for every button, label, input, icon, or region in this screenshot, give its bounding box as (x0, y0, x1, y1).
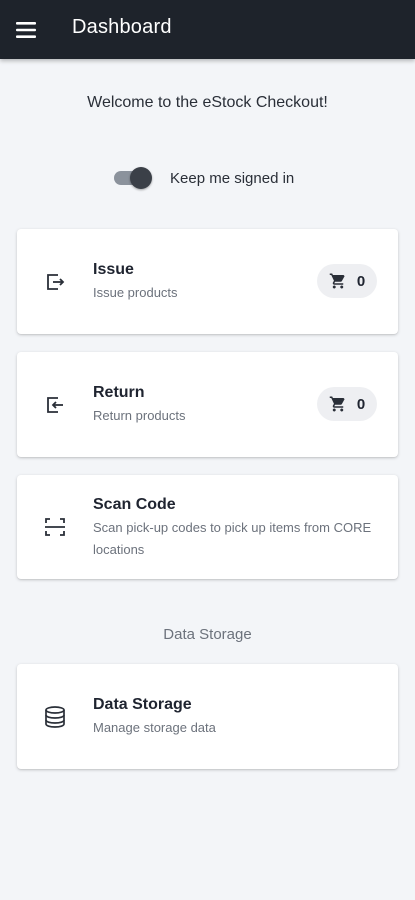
return-cart-badge[interactable]: 0 (317, 387, 377, 421)
data-storage-section-label: Data Storage (163, 626, 252, 643)
return-card[interactable]: Return Return products 0 (17, 352, 398, 457)
issue-cart-badge[interactable]: 0 (317, 264, 377, 298)
keep-signed-in-row[interactable]: Keep me signed in (112, 166, 294, 190)
return-icon (43, 393, 67, 417)
welcome-text: Welcome to the eStock Checkout! (87, 94, 328, 111)
keep-signed-in-toggle[interactable] (112, 166, 152, 190)
page-title: Dashboard (72, 16, 172, 38)
card-subtitle: Manage storage data (93, 720, 216, 735)
database-icon (43, 705, 67, 729)
card-title: Data Storage (93, 696, 192, 713)
data-storage-card[interactable]: Data Storage Manage storage data (17, 664, 398, 769)
cart-icon (329, 396, 345, 412)
cart-count: 0 (356, 272, 366, 290)
issue-card[interactable]: Issue Issue products 0 (17, 229, 398, 334)
cart-icon (329, 273, 345, 289)
issue-icon (43, 270, 67, 294)
toggle-thumb (130, 167, 152, 189)
scan-code-icon (43, 515, 67, 539)
app-bar: Dashboard (0, 0, 415, 59)
scan-code-card[interactable]: Scan Code Scan pick-up codes to pick up … (17, 475, 398, 579)
cart-count: 0 (356, 395, 366, 413)
keep-signed-in-label: Keep me signed in (170, 169, 295, 187)
card-title: Scan Code (93, 496, 176, 513)
hamburger-menu-icon[interactable] (14, 18, 38, 42)
card-subtitle: Scan pick-up codes to pick up items from… (93, 520, 372, 557)
